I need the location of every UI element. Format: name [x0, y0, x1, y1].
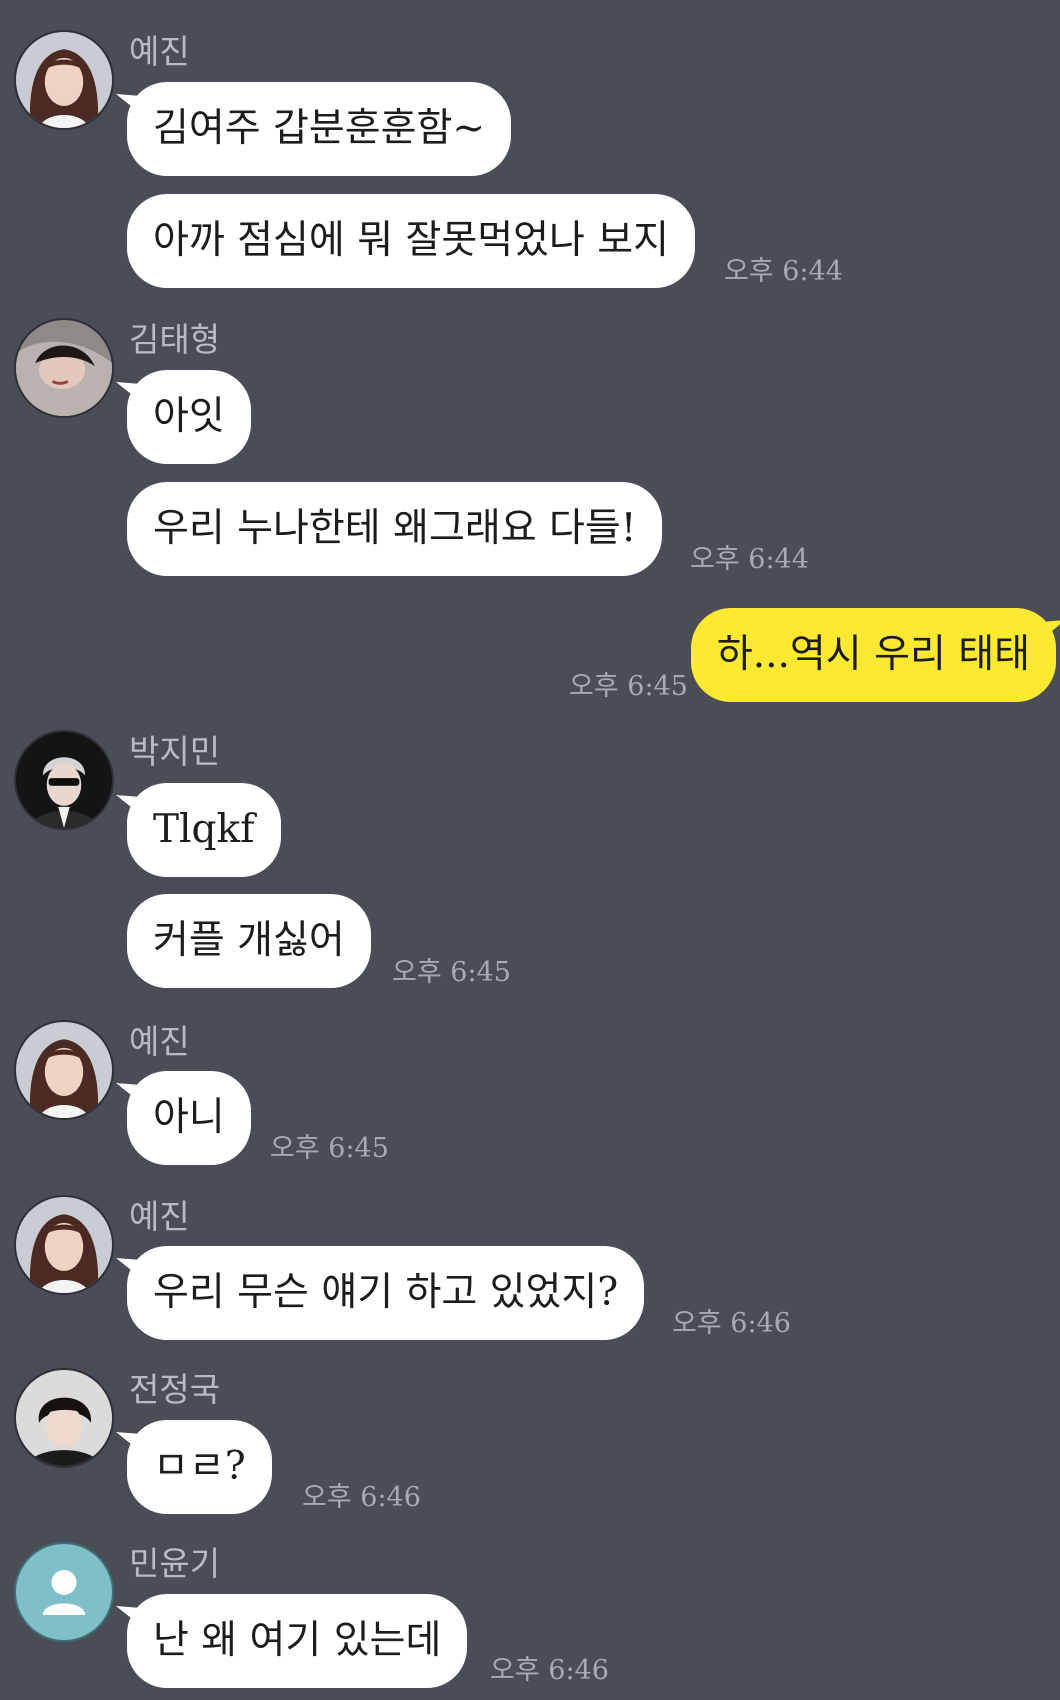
message-bubble[interactable]: 난 왜 여기 있는데 [127, 1594, 468, 1688]
avatar-yejin[interactable] [14, 30, 114, 130]
message-bubble[interactable]: 아까 점심에 뭐 잘못먹었나 보지 [127, 194, 696, 288]
avatar-yejin[interactable] [14, 1020, 114, 1120]
message-bubble[interactable]: Tlqkf [127, 783, 281, 877]
message-timestamp: 오후 6:46 [490, 1655, 609, 1686]
message-bubble[interactable]: 커플 개싫어 [127, 894, 371, 988]
avatar-jeonjungkook[interactable] [14, 1368, 114, 1468]
message-bubble[interactable]: 아니 [127, 1071, 251, 1165]
message-timestamp: 오후 6:44 [690, 544, 809, 575]
person-icon[interactable] [14, 1542, 114, 1642]
message-timestamp: 오후 6:45 [270, 1133, 389, 1164]
sender-name: 민윤기 [129, 1544, 221, 1583]
avatar-parkjimin[interactable] [14, 730, 114, 830]
message-timestamp: 오후 6:44 [724, 256, 843, 287]
sender-name: 김태형 [129, 320, 221, 359]
sender-name: 박지민 [129, 732, 221, 771]
avatar-yejin[interactable] [14, 1195, 114, 1295]
sender-name: 예진 [129, 1022, 190, 1061]
message-timestamp: 오후 6:46 [672, 1308, 791, 1339]
message-bubble[interactable]: 우리 누나한테 왜그래요 다들! [127, 482, 663, 576]
sender-name: 예진 [129, 1197, 190, 1236]
message-bubble-outgoing[interactable]: 하...역시 우리 태태 [690, 608, 1056, 702]
sender-name: 예진 [129, 32, 190, 71]
message-bubble[interactable]: 우리 무슨 얘기 하고 있었지? [127, 1246, 645, 1340]
message-bubble[interactable]: ㅁㄹ? [127, 1420, 272, 1514]
message-timestamp: 오후 6:46 [302, 1482, 421, 1513]
message-bubble[interactable]: 아잇 [127, 370, 251, 464]
sender-name: 전정국 [129, 1370, 221, 1409]
message-bubble[interactable]: 김여주 갑분훈훈함~ [127, 82, 512, 176]
avatar-kimtaehyung[interactable] [14, 318, 114, 418]
message-timestamp: 오후 6:45 [392, 957, 511, 988]
message-timestamp: 오후 6:45 [569, 671, 688, 702]
